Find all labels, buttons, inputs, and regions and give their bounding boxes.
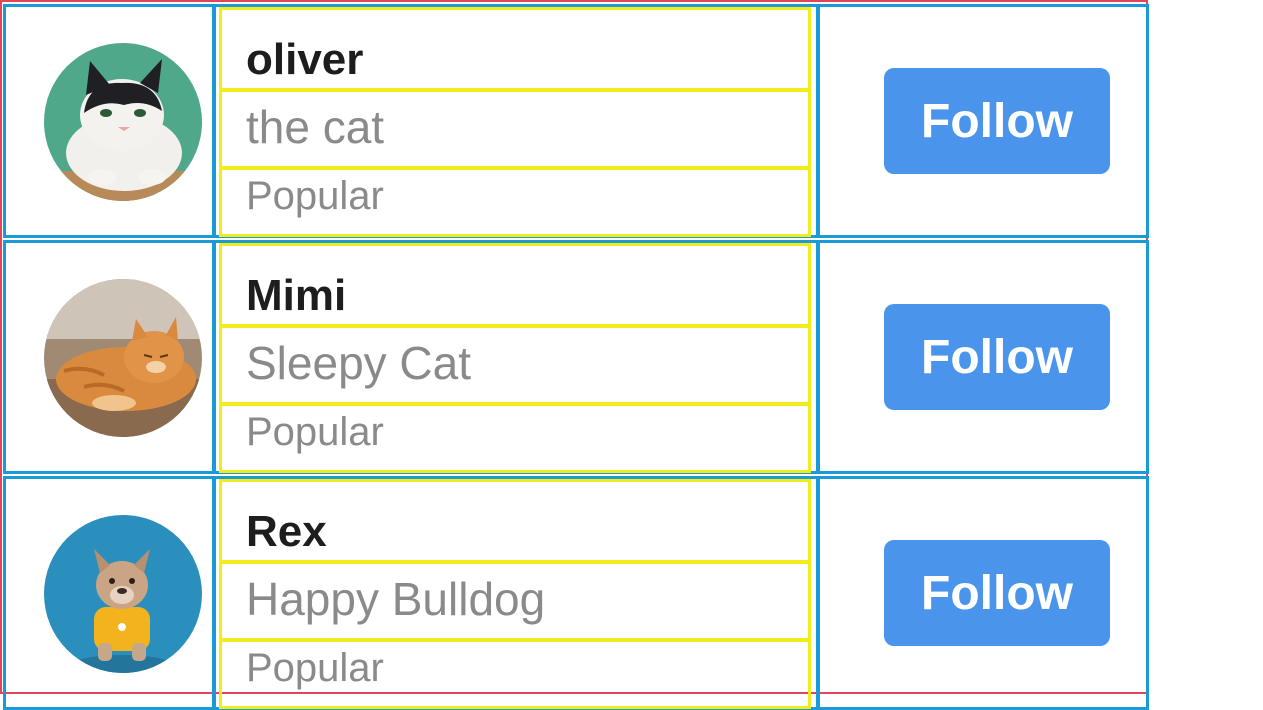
- action-cell: Follow: [817, 476, 1149, 710]
- profile-list: oliver the cat Popular Follow Mimi Sleep…: [0, 0, 1149, 710]
- profile-badge: Popular: [246, 174, 384, 218]
- action-cell: Follow: [817, 240, 1149, 474]
- info-cell: oliver the cat Popular: [213, 4, 819, 238]
- profile-name: oliver: [246, 35, 364, 84]
- avatar-cell: [3, 4, 215, 238]
- info-cell: Mimi Sleepy Cat Popular: [213, 240, 819, 474]
- cat-avatar-icon: [44, 279, 202, 437]
- profile-name-box: Mimi: [219, 243, 811, 327]
- profile-name-box: oliver: [219, 7, 811, 91]
- profile-subtitle: Sleepy Cat: [246, 337, 472, 389]
- profile-badge: Popular: [246, 410, 384, 454]
- profile-name-box: Rex: [219, 479, 811, 563]
- avatar-cell: [3, 240, 215, 474]
- profile-row: oliver the cat Popular Follow: [3, 4, 1149, 238]
- follow-button[interactable]: Follow: [884, 68, 1110, 174]
- cat-avatar-icon: [44, 43, 202, 201]
- avatar-cell: [3, 476, 215, 710]
- profile-name: Mimi: [246, 271, 347, 320]
- profile-subtitle-box: Happy Bulldog: [219, 561, 811, 641]
- follow-button[interactable]: Follow: [884, 540, 1110, 646]
- profile-badge-box: Popular: [219, 167, 811, 237]
- profile-badge: Popular: [246, 646, 384, 690]
- profile-subtitle-box: Sleepy Cat: [219, 325, 811, 405]
- profile-badge-box: Popular: [219, 639, 811, 709]
- profile-name: Rex: [246, 507, 327, 556]
- profile-badge-box: Popular: [219, 403, 811, 473]
- profile-row: Mimi Sleepy Cat Popular Follow: [3, 240, 1149, 474]
- follow-button[interactable]: Follow: [884, 304, 1110, 410]
- profile-subtitle-box: the cat: [219, 89, 811, 169]
- profile-row: Rex Happy Bulldog Popular Follow: [3, 476, 1149, 710]
- info-cell: Rex Happy Bulldog Popular: [213, 476, 819, 710]
- dog-avatar-icon: [44, 515, 202, 673]
- action-cell: Follow: [817, 4, 1149, 238]
- profile-subtitle: Happy Bulldog: [246, 573, 546, 625]
- profile-subtitle: the cat: [246, 101, 385, 153]
